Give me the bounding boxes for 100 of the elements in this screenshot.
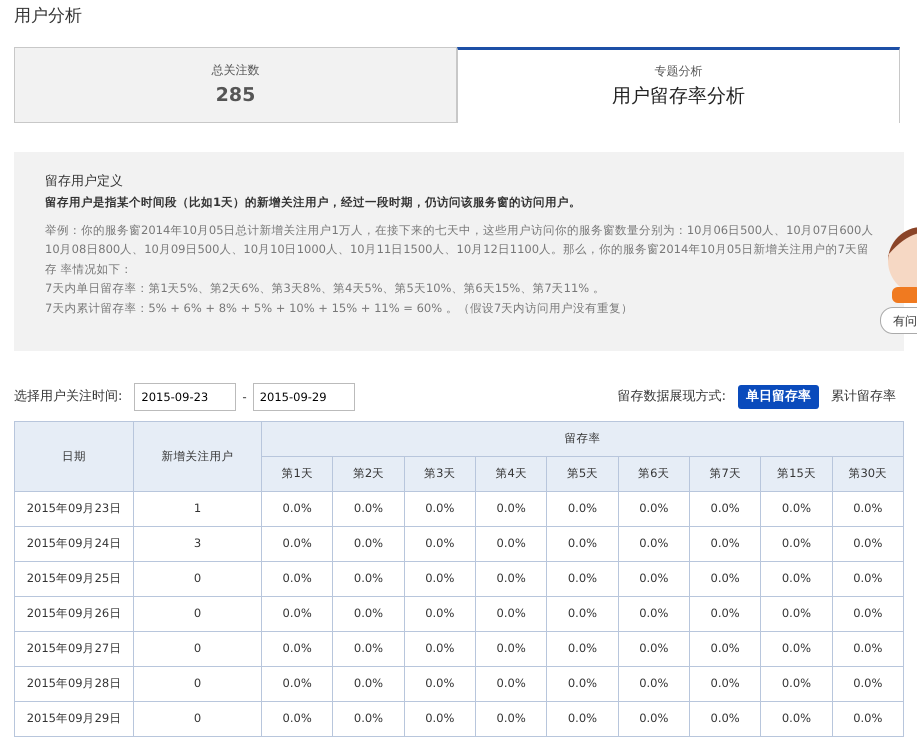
column-header: 第3天: [404, 456, 476, 492]
table-cell: 3: [134, 526, 262, 562]
table-cell: 0.0%: [404, 562, 476, 596]
table-cell: 0.0%: [832, 562, 904, 596]
table-cell: 0.0%: [689, 526, 761, 562]
table-cell: 0.0%: [404, 632, 476, 666]
table-cell: 0.0%: [832, 596, 904, 632]
table-cell: 0.0%: [332, 562, 404, 596]
example-text: 7天内单日留存率：第1天5%、第2天6%、第3天8%、第4天5%、第5天10%、第6天15%、第7天11% 。: [45, 280, 606, 298]
table-cell: 0.0%: [546, 702, 618, 736]
table-cell: 0.0%: [475, 632, 547, 666]
date-field[interactable]: 2015-09-23: [134, 383, 236, 411]
table-cell: 0.0%: [332, 666, 404, 702]
table-cell: 0.0%: [689, 562, 761, 596]
column-header: 第2天: [332, 456, 404, 492]
table-cell: 0.0%: [546, 596, 618, 632]
table-cell: 0.0%: [689, 632, 761, 666]
table-cell: 0.0%: [262, 526, 333, 562]
tab[interactable]: 专题分析 用户留存率分析: [457, 47, 900, 123]
table-cell: 0.0%: [760, 702, 832, 736]
table-cell: 2015年09月26日: [14, 596, 134, 632]
table-cell: 0.0%: [262, 562, 333, 596]
table-cell: 0.0%: [404, 526, 476, 562]
table-cell: 0.0%: [689, 492, 761, 526]
table-cell: 0.0%: [832, 526, 904, 562]
date-separator: -: [242, 389, 247, 406]
column-header: 第15天: [760, 456, 832, 492]
table-cell: 0.0%: [475, 562, 547, 596]
table-cell: 2015年09月29日: [14, 702, 134, 736]
table-cell: 0.0%: [475, 526, 547, 562]
table-cell: 0.0%: [332, 526, 404, 562]
table-cell: 0.0%: [546, 666, 618, 702]
table-cell: 0.0%: [546, 492, 618, 526]
table-cell: 0.0%: [332, 632, 404, 666]
tab[interactable]: 总关注数 285: [14, 47, 457, 123]
tab-value: 285: [216, 82, 256, 108]
mode-toggle[interactable]: 累计留存率: [823, 385, 904, 409]
table-cell: 0.0%: [404, 666, 476, 702]
table-cell: 0.0%: [618, 632, 690, 666]
table-cell: 0: [134, 666, 262, 702]
definition-heading: 留存用户定义: [45, 173, 124, 191]
table-cell: 0: [134, 702, 262, 736]
table-cell: 0.0%: [262, 666, 333, 702]
table-cell: 0.0%: [332, 492, 404, 526]
table-cell: 0.0%: [262, 632, 333, 666]
table-cell: 0.0%: [262, 596, 333, 632]
column-header: 第30天: [832, 456, 904, 492]
table-cell: 2015年09月25日: [14, 562, 134, 596]
table-cell: 0.0%: [546, 526, 618, 562]
example-text: 举例：你的服务窗2014年10月05日总计新增关注用户1万人，在接下来的七天中，这些用户访问你的服务窗数量分别为：10月06日500人、10月07日600人 10月08日800人、10月09日500人、10月10日1000人、10月11日1500人、10月12日1100人。那么，你的服务窗2014年10月05日新增关注用户的7天留存 率情况如下：: [45, 222, 874, 278]
display-mode-label: 留存数据展现方式:: [618, 388, 726, 406]
table-cell: 0.0%: [262, 492, 333, 526]
table-cell: 0.0%: [546, 632, 618, 666]
table-cell: 0.0%: [760, 596, 832, 632]
help-button[interactable]: 有问: [880, 307, 917, 334]
table-cell: 0.0%: [332, 596, 404, 632]
table-cell: 2015年09月28日: [14, 666, 134, 702]
table-cell: 0.0%: [760, 562, 832, 596]
table-cell: 0.0%: [832, 492, 904, 526]
tab-label: 专题分析: [654, 63, 702, 80]
column-header: 第1天: [262, 456, 333, 492]
table-cell: 0.0%: [404, 492, 476, 526]
page-title: 用户分析: [14, 5, 83, 28]
table-cell: 0.0%: [475, 702, 547, 736]
table-cell: 0.0%: [618, 492, 690, 526]
column-header: 第4天: [475, 456, 547, 492]
table-cell: 0.0%: [618, 562, 690, 596]
table-cell: 0.0%: [618, 702, 690, 736]
table-cell: 0.0%: [689, 666, 761, 702]
table-cell: 0.0%: [618, 666, 690, 702]
example-text: 7天内累计留存率：5% + 6% + 8% + 5% + 10% + 15% + 11% = 60% 。（假设7天内访问用户没有重复）: [45, 300, 634, 317]
column-header: 日期: [14, 422, 134, 492]
table-cell: 0: [134, 596, 262, 632]
table-cell: 2015年09月23日: [14, 492, 134, 526]
table-cell: 1: [134, 492, 262, 526]
filter-label: 选择用户关注时间:: [14, 388, 122, 406]
table-cell: 0.0%: [618, 526, 690, 562]
table-cell: 0.0%: [332, 702, 404, 736]
table-cell: 2015年09月27日: [14, 632, 134, 666]
column-header: 第7天: [689, 456, 761, 492]
table-cell: 0.0%: [760, 666, 832, 702]
date-field[interactable]: 2015-09-29: [252, 383, 355, 411]
table-cell: 0.0%: [760, 492, 832, 526]
table-cell: 0.0%: [760, 526, 832, 562]
table-cell: 0: [134, 562, 262, 596]
column-header: 留存率: [262, 422, 904, 456]
table-cell: 0.0%: [262, 702, 333, 736]
table-cell: 0.0%: [475, 596, 547, 632]
definition-summary: 留存用户是指某个时间段（比如1天）的新增关注用户，经过一段时期，仍访问该服务窗的访问用户。: [45, 194, 582, 210]
table-cell: 0.0%: [832, 632, 904, 666]
table-cell: 0.0%: [760, 632, 832, 666]
table-cell: 0.0%: [689, 596, 761, 632]
table-cell: 0.0%: [404, 596, 476, 632]
table-cell: 0.0%: [404, 702, 476, 736]
column-header: 新增关注用户: [134, 422, 262, 492]
table-cell: 0.0%: [475, 666, 547, 702]
mode-toggle[interactable]: 单日留存率: [738, 385, 819, 409]
tab-label: 总关注数: [212, 62, 260, 79]
avatar-icon[interactable]: [886, 225, 917, 303]
table-cell: 0.0%: [475, 492, 547, 526]
